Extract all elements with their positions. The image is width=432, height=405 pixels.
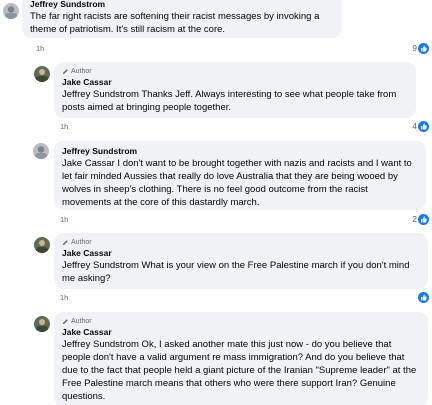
- comment-author[interactable]: Jeffrey Sundstrom: [30, 0, 334, 10]
- like-thumb-icon: [418, 214, 429, 225]
- like-thumb-icon: [418, 292, 429, 303]
- avatar-jeffrey[interactable]: [3, 3, 19, 19]
- comment-author[interactable]: Jeffrey Sundstrom: [62, 146, 418, 157]
- comment-time[interactable]: 1h: [60, 293, 68, 303]
- like-thumb-icon: [418, 43, 429, 54]
- author-badge: Author: [62, 317, 420, 326]
- avatar-jake[interactable]: [34, 66, 50, 82]
- author-badge: Author: [62, 238, 420, 247]
- comment-text: Jeffrey Sundstrom Thanks Jeff. Always in…: [62, 89, 397, 113]
- comment-time[interactable]: 1h: [60, 215, 68, 225]
- comment-text: Jeffrey Sundstrom Ok, I asked another ma…: [62, 339, 417, 402]
- comment-time[interactable]: 1h: [60, 122, 68, 132]
- comment-text: Jake Cassar I don't want to be brought t…: [62, 158, 412, 208]
- reaction-count[interactable]: 2: [412, 214, 429, 225]
- comment-bubble: Author Jake Cassar Jeffrey Sundstrom Ok,…: [54, 312, 428, 405]
- comment-bubble: Jeffrey Sundstrom Jake Cassar I don't wa…: [54, 141, 426, 210]
- comment-author[interactable]: Jake Cassar: [62, 248, 420, 259]
- pen-icon: [62, 318, 69, 325]
- pen-icon: [62, 239, 69, 246]
- author-badge-label: Author: [71, 318, 92, 325]
- pen-icon: [62, 68, 69, 75]
- comment-author[interactable]: Jake Cassar: [62, 327, 420, 338]
- author-badge-label: Author: [71, 239, 92, 246]
- like-count: 2: [412, 214, 417, 224]
- comment-thread: Jeffrey Sundstrom The far right racists …: [0, 0, 432, 405]
- reaction-count[interactable]: 9: [412, 43, 429, 54]
- comment-text: Jeffrey Sundstrom What is your view on t…: [62, 260, 410, 284]
- avatar-jeffrey[interactable]: [33, 143, 49, 159]
- avatar-jake[interactable]: [34, 316, 50, 332]
- comment-bubble: Author Jake Cassar Jeffrey Sundstrom Wha…: [54, 233, 428, 289]
- reaction-count[interactable]: 4: [412, 121, 429, 132]
- comment-time[interactable]: 1h: [36, 44, 44, 54]
- comment-text: The far right racists are softening thei…: [30, 11, 320, 35]
- like-count: 4: [412, 121, 417, 131]
- like-thumb-icon: [418, 121, 429, 132]
- like-count: 9: [412, 43, 417, 53]
- author-badge: Author: [62, 67, 408, 76]
- reaction-count[interactable]: [417, 292, 429, 303]
- author-badge-label: Author: [71, 68, 92, 75]
- avatar-jake[interactable]: [34, 237, 50, 253]
- comment-author[interactable]: Jake Cassar: [62, 77, 408, 88]
- comment-bubble: Author Jake Cassar Jeffrey Sundstrom Tha…: [54, 62, 416, 118]
- comment-bubble: Jeffrey Sundstrom The far right racists …: [22, 0, 342, 38]
